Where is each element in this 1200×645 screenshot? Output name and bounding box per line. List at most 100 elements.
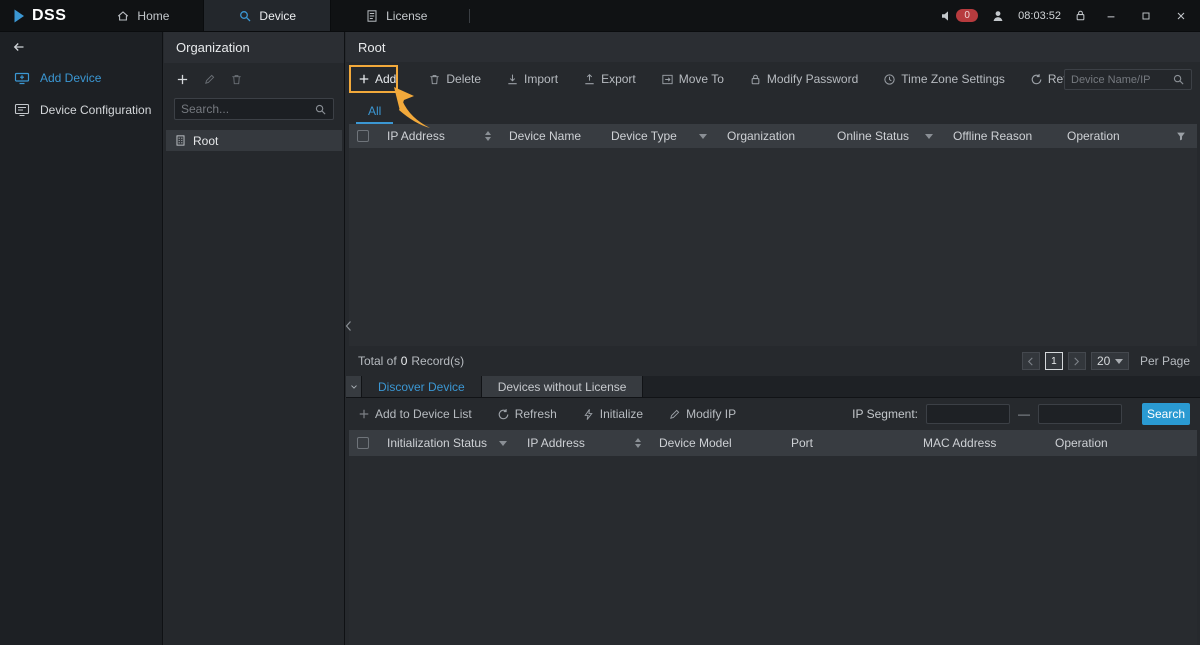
- tree-node-label: Root: [193, 134, 218, 148]
- maximize-button[interactable]: [1135, 0, 1157, 32]
- discover-refresh-button[interactable]: Refresh: [497, 407, 557, 421]
- column-organization: Organization: [719, 124, 829, 148]
- next-page-button[interactable]: [1068, 352, 1086, 370]
- column-online-status: Online Status: [829, 124, 945, 148]
- alarm-volume-control[interactable]: 0: [940, 9, 978, 23]
- import-button[interactable]: Import: [506, 72, 558, 86]
- delete-button[interactable]: Delete: [428, 72, 481, 86]
- search-icon[interactable]: [1172, 73, 1185, 86]
- column-label: Organization: [727, 129, 795, 143]
- select-all-checkbox[interactable]: [357, 130, 369, 142]
- device-type-filter-caret[interactable]: [699, 134, 707, 139]
- topbar: DSS Home Device License 0 08:03:52: [0, 0, 1200, 32]
- move-to-button[interactable]: Move To: [661, 72, 724, 86]
- sort-discover-ip-address[interactable]: [635, 438, 641, 448]
- device-search-input[interactable]: [1071, 74, 1172, 86]
- panel-collapse-handle[interactable]: [344, 318, 352, 334]
- initialize-button[interactable]: Initialize: [582, 407, 643, 421]
- tab-all[interactable]: All: [356, 99, 393, 124]
- lock-icon[interactable]: [1074, 9, 1087, 22]
- time-zone-settings-button-label: Time Zone Settings: [901, 72, 1005, 86]
- back-button[interactable]: [0, 32, 162, 62]
- device-table-footer: Total of 0 Record(s) 1 20 Per Page: [346, 346, 1200, 376]
- page-number-button[interactable]: 1: [1045, 352, 1063, 370]
- organization-search-input[interactable]: [181, 102, 314, 116]
- modify-password-button[interactable]: Modify Password: [749, 72, 858, 86]
- device-table-body: [349, 148, 1197, 346]
- add-button[interactable]: Add: [358, 72, 396, 86]
- modify-ip-button[interactable]: Modify IP: [668, 407, 736, 421]
- tab-home[interactable]: Home: [82, 0, 203, 31]
- filter-icon[interactable]: [1175, 130, 1187, 142]
- clock-time: 08:03:52: [1018, 10, 1061, 22]
- per-page-value: 20: [1097, 354, 1110, 368]
- column-device-model: Device Model: [651, 430, 783, 456]
- online-status-filter-caret[interactable]: [925, 134, 933, 139]
- close-button[interactable]: [1170, 0, 1192, 32]
- import-button-label: Import: [524, 72, 558, 86]
- column-label: IP Address: [527, 436, 585, 450]
- padlock-icon: [749, 73, 762, 86]
- device-configuration-icon: [14, 102, 30, 118]
- sidebar-item-device-configuration[interactable]: Device Configuration: [0, 94, 162, 126]
- discover-select-all-checkbox[interactable]: [357, 437, 369, 449]
- per-page-label: Per Page: [1140, 354, 1190, 368]
- per-page-select[interactable]: 20: [1091, 352, 1129, 370]
- delete-button-label: Delete: [446, 72, 481, 86]
- initialization-status-filter-caret[interactable]: [499, 441, 507, 446]
- minimize-button[interactable]: [1100, 0, 1122, 32]
- organization-toolbar: [164, 63, 344, 90]
- add-device-icon: [14, 70, 30, 86]
- total-count: 0: [401, 354, 408, 368]
- user-icon[interactable]: [991, 9, 1005, 23]
- add-to-device-list-button[interactable]: Add to Device List: [358, 407, 472, 421]
- export-button[interactable]: Export: [583, 72, 636, 86]
- ip-segment-end-input[interactable]: [1038, 404, 1122, 424]
- refresh-icon: [1030, 73, 1043, 86]
- organization-building-icon: [174, 134, 187, 147]
- close-icon: [1175, 10, 1187, 22]
- total-prefix: Total of: [358, 354, 397, 368]
- search-icon[interactable]: [314, 103, 327, 116]
- discover-tab-bar: Discover Device Devices without License: [346, 376, 1200, 398]
- edit-organization-icon[interactable]: [203, 73, 216, 86]
- tree-node-root[interactable]: Root: [166, 130, 342, 151]
- dss-logo-icon: [12, 8, 28, 24]
- back-arrow-icon: [12, 40, 26, 54]
- sidebar-item-add-device[interactable]: Add Device: [0, 62, 162, 94]
- column-label: Operation: [1055, 436, 1108, 450]
- tab-device[interactable]: Device: [203, 0, 331, 31]
- modify-ip-label: Modify IP: [686, 407, 736, 421]
- column-label: Initialization Status: [387, 436, 487, 450]
- tab-separator: [469, 9, 470, 23]
- initialize-label: Initialize: [600, 407, 643, 421]
- plus-icon: [358, 73, 370, 85]
- column-ip-address: IP Address: [379, 124, 501, 148]
- organization-panel-title: Organization: [164, 32, 344, 63]
- ip-segment-search-button[interactable]: Search: [1142, 403, 1190, 425]
- move-to-icon: [661, 73, 674, 86]
- license-icon: [365, 9, 379, 23]
- trash-icon: [428, 73, 441, 86]
- dss-device-manager: { "topbar": { "logo_text": "DSS", "tabs"…: [0, 0, 1200, 645]
- tab-devices-without-license[interactable]: Devices without License: [482, 376, 644, 397]
- device-table-header: IP Address Device Name Device Type Organ…: [349, 124, 1197, 148]
- column-device-name: Device Name: [501, 124, 603, 148]
- column-label: Online Status: [837, 129, 909, 143]
- column-label: MAC Address: [923, 436, 996, 450]
- discover-collapse-button[interactable]: [346, 376, 362, 397]
- sort-ip-address[interactable]: [485, 131, 491, 141]
- add-organization-icon[interactable]: [176, 73, 189, 86]
- export-button-label: Export: [601, 72, 636, 86]
- time-zone-settings-button[interactable]: Time Zone Settings: [883, 72, 1005, 86]
- tab-discover-device[interactable]: Discover Device: [362, 376, 482, 397]
- ip-segment-start-input[interactable]: [926, 404, 1010, 424]
- sidebar-item-label: Add Device: [40, 71, 101, 85]
- column-offline-reason: Offline Reason: [945, 124, 1059, 148]
- prev-page-button[interactable]: [1022, 352, 1040, 370]
- delete-organization-icon[interactable]: [230, 73, 243, 86]
- column-label: Device Model: [659, 436, 732, 450]
- header-checkbox-cell: [349, 430, 379, 456]
- tab-license[interactable]: License: [331, 0, 461, 31]
- column-label: Port: [791, 436, 813, 450]
